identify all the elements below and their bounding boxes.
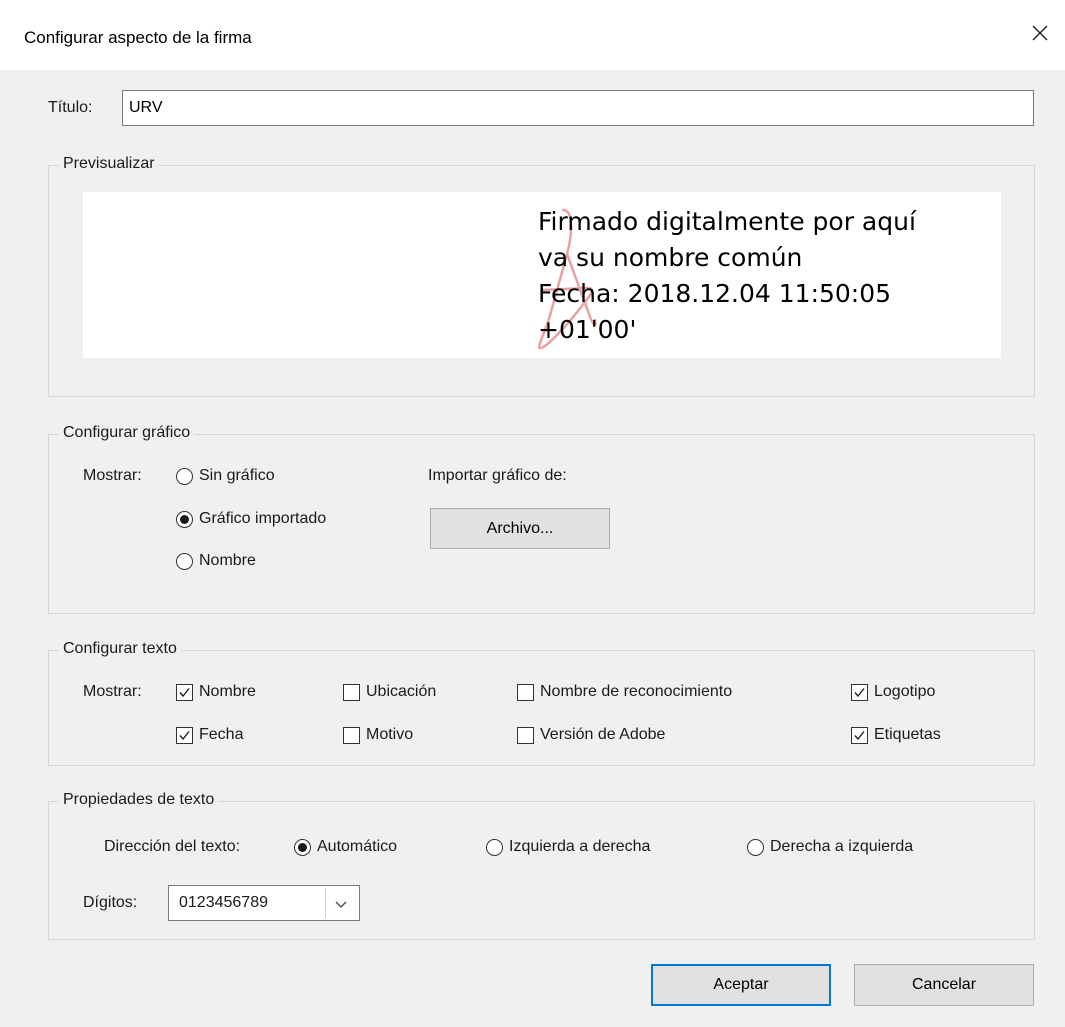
preview-text: Firmado digitalmente por aquí va su nomb…	[538, 204, 998, 348]
checkmark-icon	[854, 730, 865, 740]
digits-select[interactable]: 0123456789	[168, 885, 360, 921]
checkbox-label: Fecha	[199, 726, 244, 743]
checkbox-box[interactable]	[176, 726, 193, 744]
checkmark-icon	[179, 730, 190, 740]
checkbox-box[interactable]	[343, 683, 360, 701]
radio-imported-graphic[interactable]: Gráfico importado	[176, 510, 326, 528]
checkbox-box[interactable]	[851, 683, 868, 701]
radio-circle[interactable]	[486, 838, 503, 856]
title-input[interactable]	[122, 90, 1034, 126]
radio-label: Izquierda a derecha	[509, 838, 651, 855]
radio-circle[interactable]	[747, 838, 764, 856]
digits-label: Dígitos:	[83, 894, 138, 911]
chevron-down-icon[interactable]	[333, 896, 349, 912]
checkmark-icon	[854, 687, 865, 697]
radio-label: Sin gráfico	[199, 467, 275, 484]
radio-label: Derecha a izquierda	[770, 838, 914, 855]
preview-line: Firmado digitalmente por aquí	[538, 207, 916, 236]
checkbox-name[interactable]: Nombre	[176, 683, 256, 701]
accept-button[interactable]: Aceptar	[651, 964, 831, 1006]
title-label: Título:	[48, 99, 93, 116]
close-button[interactable]	[1023, 16, 1057, 50]
checkbox-date[interactable]: Fecha	[176, 726, 243, 744]
text-config-legend: Configurar texto	[59, 640, 181, 658]
window-title: Configurar aspecto de la firma	[24, 28, 252, 47]
text-direction-label: Dirección del texto:	[104, 838, 241, 855]
close-icon	[1032, 25, 1048, 41]
signature-preview: Firmado digitalmente por aquí va su nomb…	[83, 192, 1001, 358]
preview-line: +01'00'	[538, 315, 637, 344]
radio-circle[interactable]	[176, 510, 193, 528]
radio-circle[interactable]	[176, 552, 193, 570]
checkbox-label: Logotipo	[874, 683, 936, 700]
checkbox-box[interactable]	[851, 726, 868, 744]
checkbox-label: Nombre	[199, 683, 256, 700]
radio-direction-ltr[interactable]: Izquierda a derecha	[486, 838, 650, 856]
checkbox-label: Motivo	[366, 726, 414, 743]
checkbox-reason[interactable]: Motivo	[343, 726, 413, 744]
preview-legend: Previsualizar	[59, 155, 159, 173]
text-properties-legend: Propiedades de texto	[59, 791, 219, 809]
import-graphic-label: Importar gráfico de:	[428, 467, 567, 484]
checkbox-label: Ubicación	[366, 683, 437, 700]
select-divider	[325, 888, 326, 918]
preview-line: Fecha: 2018.12.04 11:50:05	[538, 279, 892, 308]
signature-appearance-dialog: Configurar aspecto de la firma Título: P…	[0, 0, 1065, 1027]
checkbox-label: Versión de Adobe	[540, 726, 666, 743]
checkbox-box[interactable]	[517, 726, 534, 744]
title-bar: Configurar aspecto de la firma	[0, 0, 1065, 70]
radio-no-graphic[interactable]: Sin gráfico	[176, 467, 275, 485]
checkbox-distinguished-name[interactable]: Nombre de reconocimiento	[517, 683, 732, 701]
radio-circle[interactable]	[294, 838, 311, 856]
digits-select-value: 0123456789	[179, 894, 268, 911]
checkbox-logo[interactable]: Logotipo	[851, 683, 935, 701]
checkbox-box[interactable]	[343, 726, 360, 744]
checkbox-label: Etiquetas	[874, 726, 941, 743]
radio-direction-auto[interactable]: Automático	[294, 838, 397, 856]
radio-label: Gráfico importado	[199, 510, 327, 527]
checkbox-box[interactable]	[176, 683, 193, 701]
radio-direction-rtl[interactable]: Derecha a izquierda	[747, 838, 913, 856]
checkbox-location[interactable]: Ubicación	[343, 683, 436, 701]
radio-circle[interactable]	[176, 467, 193, 485]
checkbox-label: Nombre de reconocimiento	[540, 683, 733, 700]
radio-label: Automático	[317, 838, 398, 855]
text-config-group	[48, 650, 1035, 766]
graphic-legend: Configurar gráfico	[59, 424, 195, 442]
checkbox-labels[interactable]: Etiquetas	[851, 726, 941, 744]
checkmark-icon	[179, 687, 190, 697]
radio-label: Nombre	[199, 552, 256, 569]
checkbox-adobe-version[interactable]: Versión de Adobe	[517, 726, 665, 744]
graphic-show-label: Mostrar:	[83, 467, 142, 484]
checkbox-box[interactable]	[517, 683, 534, 701]
cancel-button[interactable]: Cancelar	[854, 964, 1034, 1006]
radio-name-graphic[interactable]: Nombre	[176, 552, 256, 570]
preview-line: va su nombre común	[538, 243, 803, 272]
file-button[interactable]: Archivo...	[430, 508, 610, 549]
text-show-label: Mostrar:	[83, 683, 142, 700]
